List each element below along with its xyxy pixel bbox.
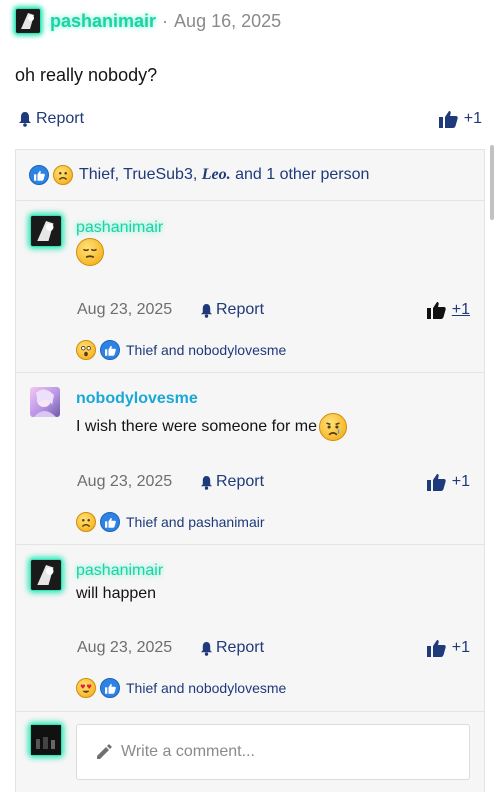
comment-report-label: Report	[216, 473, 265, 490]
comment-text	[76, 238, 104, 266]
thumbs-up-icon	[438, 111, 458, 128]
reactions-summary-text: Thief, TrueSub3, Leo. and 1 other person	[79, 166, 369, 184]
comment-item: nobodylovesme I wish there were someone …	[16, 373, 484, 545]
comment-like-count: +1	[451, 473, 470, 490]
post-header: pashanimair · Aug 16, 2025	[15, 7, 281, 35]
comment-like-count: +1	[451, 301, 470, 318]
pencil-icon	[97, 744, 112, 759]
scrollbar[interactable]	[490, 145, 496, 791]
comment-date[interactable]: Aug 23, 2025	[77, 473, 172, 491]
comment-report-label: Report	[216, 639, 265, 656]
like-count: +1	[463, 110, 482, 127]
comment-author[interactable]: pashanimair	[76, 562, 163, 580]
comment-report-button[interactable]: Report	[200, 473, 264, 491]
comment-text: I wish there were someone for me	[76, 413, 347, 441]
like-button[interactable]: +1	[438, 110, 482, 128]
sad-reaction-icon	[53, 165, 73, 185]
comment-reactions-text: Thief and nobodylovesme	[126, 680, 287, 696]
bell-icon	[200, 303, 213, 318]
reaction-name-leo[interactable]: Leo.	[202, 166, 231, 183]
reactions-summary[interactable]: Thief, TrueSub3, Leo. and 1 other person	[16, 150, 484, 201]
comment-text: will happen	[76, 585, 157, 602]
pensive-face-emoji	[76, 238, 104, 266]
author-avatar[interactable]	[15, 8, 41, 34]
comment-like-button[interactable]: +1	[426, 639, 470, 657]
comment-report-label: Report	[216, 301, 265, 318]
comment-input[interactable]: Write a comment...	[76, 724, 470, 780]
reaction-names: Thief, TrueSub3,	[79, 166, 198, 183]
scrollbar-thumb[interactable]	[490, 145, 494, 220]
comment-author[interactable]: pashanimair	[76, 219, 163, 237]
thumbs-up-icon	[426, 640, 446, 657]
meta-separator: ·	[162, 10, 169, 31]
report-label: Report	[36, 110, 85, 127]
like-reaction-icon	[29, 165, 49, 185]
post-author[interactable]: pashanimair	[50, 11, 156, 32]
comments-section: Thief, TrueSub3, Leo. and 1 other person…	[15, 149, 485, 792]
comment-like-count: +1	[451, 639, 470, 656]
bell-icon	[200, 475, 213, 490]
post-date[interactable]: Aug 16, 2025	[174, 11, 281, 32]
like-reaction-icon	[100, 678, 120, 698]
reaction-suffix: and 1 other person	[235, 166, 370, 183]
comment-item: pashanimair will happen Aug 23, 2025 Rep…	[16, 545, 484, 712]
bell-icon	[19, 112, 31, 127]
thumbs-up-icon	[426, 302, 446, 319]
comment-reactions[interactable]: Thief and nobodylovesme	[76, 340, 286, 360]
like-reaction-icon	[100, 512, 120, 532]
comment-composer: Write a comment...	[16, 710, 484, 792]
comment-item: pashanimair Aug 23, 2025 Report +1 Thief…	[16, 201, 484, 373]
thumbs-up-icon	[426, 474, 446, 491]
comment-like-button[interactable]: +1	[426, 473, 470, 491]
sad-reaction-icon	[76, 512, 96, 532]
comment-author[interactable]: nobodylovesme	[76, 390, 198, 408]
report-button[interactable]: Report	[18, 110, 84, 128]
commenter-avatar[interactable]	[30, 215, 62, 247]
comment-date[interactable]: Aug 23, 2025	[77, 301, 172, 319]
comment-reactions-text: Thief and pashanimair	[126, 514, 265, 530]
bell-icon	[200, 641, 213, 656]
comment-like-button[interactable]: +1	[426, 301, 470, 319]
crying-face-emoji	[319, 413, 347, 441]
commenter-avatar[interactable]	[30, 559, 62, 591]
post-body: oh really nobody?	[15, 65, 158, 85]
comment-report-button[interactable]: Report	[200, 639, 264, 657]
comment-report-button[interactable]: Report	[200, 301, 264, 319]
comment-text-content: I wish there were someone for me	[76, 418, 317, 435]
heart-eyes-reaction-icon	[76, 678, 96, 698]
like-reaction-icon	[100, 340, 120, 360]
comment-placeholder: Write a comment...	[121, 743, 255, 760]
comment-reactions[interactable]: Thief and nobodylovesme	[76, 678, 286, 698]
post-actions: Report +1	[18, 110, 482, 134]
astonished-reaction-icon	[76, 340, 96, 360]
comment-reactions[interactable]: Thief and pashanimair	[76, 512, 265, 532]
commenter-avatar[interactable]	[30, 387, 60, 417]
comment-reactions-text: Thief and nobodylovesme	[126, 342, 287, 358]
comment-date[interactable]: Aug 23, 2025	[77, 639, 172, 657]
current-user-avatar[interactable]	[30, 724, 62, 756]
